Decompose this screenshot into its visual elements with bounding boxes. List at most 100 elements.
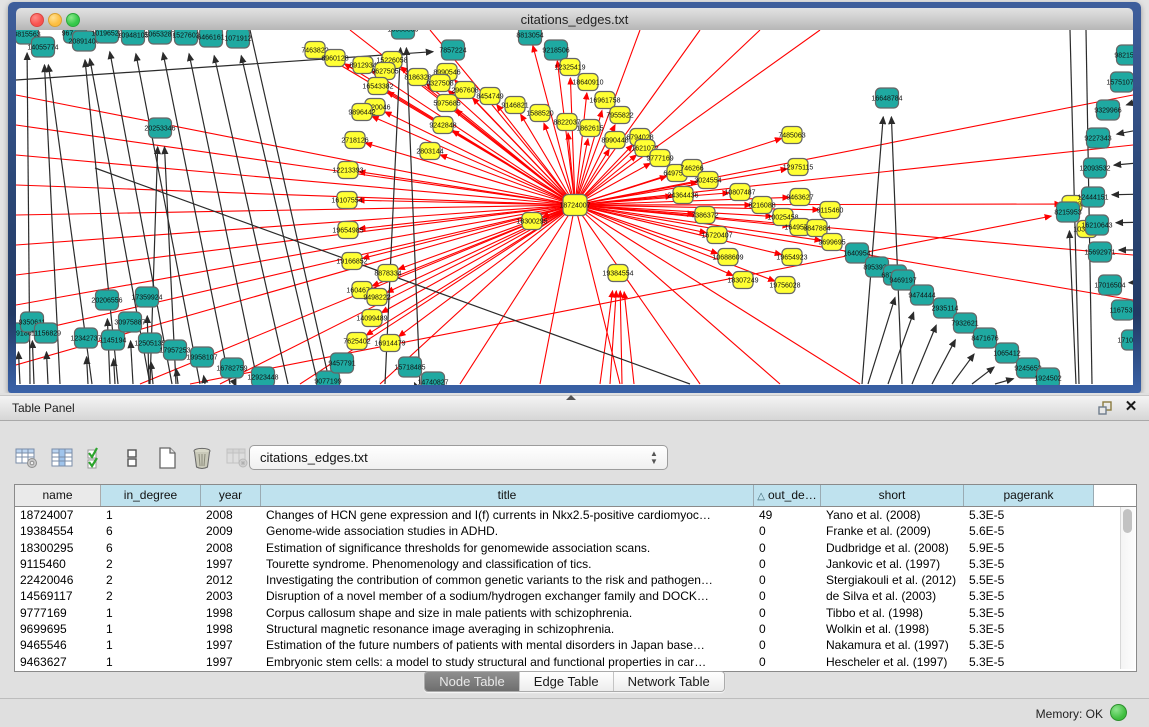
table-cell[interactable]: Jankovic et al. (1997) [821, 556, 964, 572]
table-row[interactable]: 911546021997Tourette syndrome. Phenomeno… [15, 556, 1136, 572]
tab-node-table[interactable]: Node Table [425, 672, 519, 691]
network-node[interactable]: 14740827 [417, 372, 448, 385]
network-node[interactable]: 9896442 [348, 104, 375, 121]
network-node[interactable]: 17103354 [1117, 330, 1133, 350]
network-node[interactable]: 1862615 [576, 120, 603, 137]
network-node[interactable]: 12093532 [1079, 158, 1110, 178]
table-cell[interactable]: 9465546 [15, 637, 101, 653]
network-node[interactable]: 1924502 [1034, 368, 1061, 385]
network-node[interactable]: 9821570 [1114, 45, 1133, 65]
network-node[interactable]: 7857224 [439, 40, 466, 60]
table-cell[interactable]: 1997 [201, 654, 261, 670]
table-cell[interactable]: Genome-wide association studies in ADHD. [261, 523, 754, 539]
network-node[interactable]: 12213393 [332, 162, 363, 179]
table-cell[interactable]: 0 [754, 556, 821, 572]
network-node[interactable]: 11156829 [31, 323, 61, 343]
network-node[interactable]: 7386372 [691, 207, 718, 224]
network-node[interactable]: 15692971 [1084, 242, 1115, 262]
network-node[interactable]: 8960128 [321, 50, 348, 67]
column-header-title[interactable]: title [261, 485, 754, 506]
network-node[interactable]: 12923448 [247, 367, 278, 385]
network-canvas[interactable]: 8815563140557749674711208914061019652210… [16, 30, 1133, 385]
network-node[interactable]: 1588520 [526, 105, 553, 122]
network-node[interactable]: 9457791 [328, 353, 355, 373]
table-cell[interactable]: 19384554 [15, 523, 101, 539]
table-cell[interactable]: 18724007 [15, 507, 101, 523]
network-window-titlebar[interactable]: citations_edges.txt [16, 8, 1133, 31]
table-cell[interactable]: 18300295 [15, 540, 101, 556]
network-node[interactable]: 5975685 [433, 95, 460, 112]
table-cell[interactable]: 5.5E-5 [964, 572, 1094, 588]
table-cell[interactable]: 5.3E-5 [964, 654, 1094, 670]
network-node[interactable]: 20253346 [144, 118, 175, 138]
network-node[interactable]: 9498222 [363, 289, 390, 306]
table-cell[interactable]: Estimation of significance thresholds fo… [261, 540, 754, 556]
network-node[interactable]: 8990448 [601, 132, 628, 149]
network-node[interactable]: 10688609 [712, 249, 743, 266]
column-header-pagerank[interactable]: pagerank [964, 485, 1094, 506]
table-cell[interactable]: 0 [754, 621, 821, 637]
network-node[interactable]: 20206556 [91, 290, 122, 310]
table-cell[interactable]: Yano et al. (2008) [821, 507, 964, 523]
table-cell[interactable]: 2009 [201, 523, 261, 539]
network-node[interactable]: 19166852 [336, 253, 367, 270]
network-node[interactable]: 1065412 [993, 343, 1020, 363]
float-panel-icon[interactable] [1097, 400, 1113, 416]
table-cell[interactable]: 0 [754, 637, 821, 653]
network-node[interactable]: 9227343 [1084, 128, 1111, 148]
table-row[interactable]: 1456911722003Disruption of a novel membe… [15, 588, 1136, 604]
network-node[interactable]: 1527602 [172, 30, 199, 45]
table-cell[interactable]: 5.3E-5 [964, 588, 1094, 604]
network-node[interactable]: 1145194 [100, 330, 127, 350]
network-node[interactable]: 9115460 [817, 202, 844, 219]
table-cell[interactable]: 2 [101, 572, 201, 588]
network-node[interactable]: 12342737 [70, 328, 101, 348]
table-cell[interactable]: 1 [101, 605, 201, 621]
table-cell[interactable]: 5.9E-5 [964, 540, 1094, 556]
table-cell[interactable]: 9777169 [15, 605, 101, 621]
tab-edge-table[interactable]: Edge Table [519, 672, 613, 691]
table-cell[interactable]: 5.3E-5 [964, 621, 1094, 637]
network-node[interactable]: 1167531 [1110, 300, 1133, 320]
table-row[interactable]: 1872400712008Changes of HCN gene express… [15, 507, 1136, 523]
network-node[interactable]: 9327508 [426, 75, 453, 92]
network-node[interactable]: 9329966 [1094, 100, 1121, 120]
column-header-out-de-[interactable]: △out_de… [754, 485, 821, 506]
network-node[interactable]: 14055774 [27, 37, 58, 57]
table-cell[interactable]: Tourette syndrome. Phenomenology and cla… [261, 556, 754, 572]
table-row[interactable]: 946554611997Estimation of the future num… [15, 637, 1136, 653]
table-cell[interactable]: 2008 [201, 540, 261, 556]
table-cell[interactable]: 0 [754, 572, 821, 588]
table-cell[interactable]: Investigating the contribution of common… [261, 572, 754, 588]
network-node[interactable]: 19654923 [776, 249, 807, 266]
table-cell[interactable]: 2008 [201, 507, 261, 523]
network-node[interactable]: 15751074 [1106, 72, 1133, 92]
column-header-in-degree[interactable]: in_degree [101, 485, 201, 506]
table-cell[interactable]: 6 [101, 540, 201, 556]
table-row[interactable]: 977716911998Corpus callosum shape and si… [15, 605, 1136, 621]
network-node[interactable]: 3024554 [694, 172, 721, 189]
table-vertical-scrollbar[interactable] [1120, 507, 1135, 669]
table-cell[interactable]: Nakamura et al. (1997) [821, 637, 964, 653]
table-cell[interactable]: 5.3E-5 [964, 637, 1094, 653]
table-cell[interactable]: Changes of HCN gene expression and I(f) … [261, 507, 754, 523]
network-graph[interactable]: 8815563140557749674711208914061019652210… [16, 30, 1133, 385]
table-settings-icon[interactable] [14, 445, 40, 471]
table-cell[interactable]: 1 [101, 637, 201, 653]
delete-column-icon[interactable] [189, 445, 215, 471]
network-node[interactable]: 18640910 [572, 74, 603, 91]
network-node[interactable]: 12975115 [783, 159, 814, 176]
table-cell[interactable]: 0 [754, 654, 821, 670]
table-row[interactable]: 969969511998Structural magnetic resonanc… [15, 621, 1136, 637]
network-node[interactable]: 19958107 [186, 347, 217, 367]
table-cell[interactable]: 0 [754, 540, 821, 556]
table-row[interactable]: 1830029562008Estimation of significance … [15, 540, 1136, 556]
network-node[interactable]: 8454749 [476, 88, 503, 105]
table-cell[interactable]: 5.3E-5 [964, 605, 1094, 621]
network-node[interactable]: 16210643 [1081, 215, 1112, 235]
table-cell[interactable]: Structural magnetic resonance image aver… [261, 621, 754, 637]
network-node[interactable]: 16107554 [331, 192, 362, 209]
tab-network-table[interactable]: Network Table [613, 672, 724, 691]
table-cell[interactable]: 22420046 [15, 572, 101, 588]
row-height-icon[interactable] [119, 445, 145, 471]
